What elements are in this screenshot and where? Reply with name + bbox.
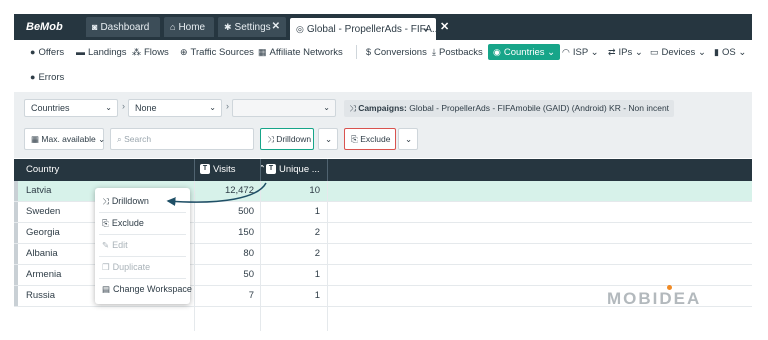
mobidea-watermark: MOBIDEA: [607, 289, 702, 308]
watermark-dot: [667, 285, 672, 290]
